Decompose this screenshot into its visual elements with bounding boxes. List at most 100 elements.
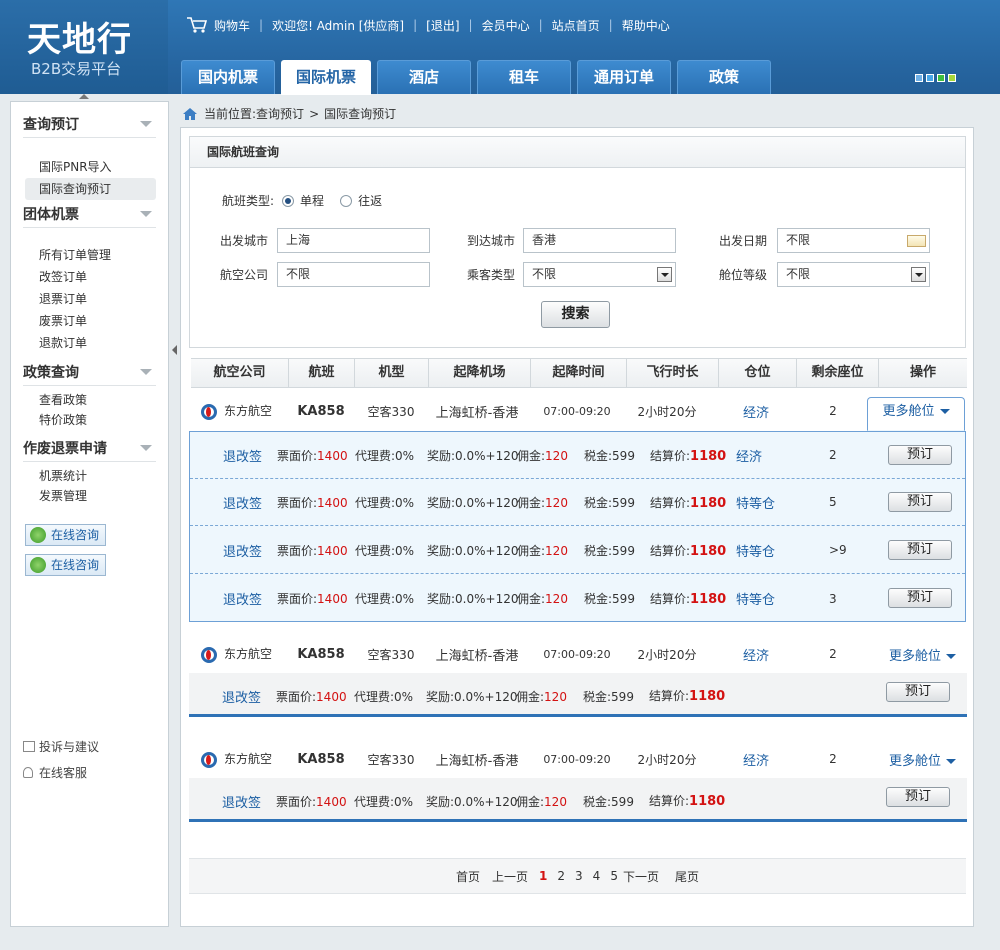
sidebar-item-void-orders[interactable]: 废票订单 xyxy=(39,310,168,332)
departure-date-input[interactable]: 不限 xyxy=(777,228,930,253)
sidebar-section-void-refund[interactable]: 作废退票申请 xyxy=(23,438,156,462)
change-rules-link[interactable]: 退改签 xyxy=(223,541,262,560)
to-city-input[interactable]: 香港 xyxy=(523,228,676,253)
book-button[interactable]: 预订 xyxy=(888,445,952,465)
oneway-radio[interactable] xyxy=(282,194,295,207)
online-consult-button[interactable]: 在线咨询 xyxy=(25,524,106,546)
logo[interactable]: 天地行 B2B交易平台 xyxy=(0,0,168,94)
more-cabins-button[interactable]: 更多舱位 xyxy=(889,645,957,664)
sidebar-section-policy[interactable]: 政策查询 xyxy=(23,362,156,386)
airline-cell: 东方航空 xyxy=(201,750,272,768)
feedback-link[interactable]: 投诉与建议 xyxy=(23,734,99,760)
more-cabins-button[interactable]: 更多舱位 xyxy=(889,750,957,769)
sidebar-item-change-orders[interactable]: 改签订单 xyxy=(39,266,168,288)
change-rules-link[interactable]: 退改签 xyxy=(223,589,262,608)
last-page-link[interactable]: 尾页 xyxy=(675,868,699,885)
tab-international-ticket[interactable]: 国际机票 xyxy=(281,60,371,95)
cart-icon[interactable] xyxy=(186,16,208,34)
logout-link[interactable]: [退出] xyxy=(426,17,459,34)
flight-row: 东方航空 KA858 空客330 上海虹桥-香港 07:00-09:20 2小时… xyxy=(191,739,967,779)
skin-1[interactable] xyxy=(915,74,923,82)
book-button[interactable]: 预订 xyxy=(888,492,952,512)
search-panel-title: 国际航班查询 xyxy=(190,137,965,168)
sidebar-item-intl-search[interactable]: 国际查询预订 xyxy=(25,178,156,200)
first-page-link[interactable]: 首页 xyxy=(456,868,480,885)
book-button[interactable]: 预订 xyxy=(888,540,952,560)
page-3[interactable]: 3 xyxy=(575,869,583,883)
next-page-link[interactable]: 下一页 xyxy=(623,868,659,885)
tab-policy[interactable]: 政策 xyxy=(677,60,771,94)
col-action: 操作 xyxy=(909,365,936,380)
col-airline: 航空公司 xyxy=(191,359,289,387)
sidebar-item-all-orders[interactable]: 所有订单管理 xyxy=(39,244,168,266)
prev-page-link[interactable]: 上一页 xyxy=(492,868,528,885)
site-home-link[interactable]: 站点首页 xyxy=(552,17,600,34)
customer-service-link[interactable]: 在线客服 xyxy=(23,760,99,786)
change-rules-link[interactable]: 退改签 xyxy=(222,792,261,811)
collapse-up-icon[interactable] xyxy=(79,94,89,99)
breadcrumb: 当前位置: 查询预订 > 国际查询预订 xyxy=(182,105,396,123)
skin-2[interactable] xyxy=(926,74,934,82)
change-rules-link[interactable]: 退改签 xyxy=(222,687,261,706)
page-4[interactable]: 4 xyxy=(593,869,601,883)
caret-down-icon xyxy=(946,653,957,659)
tab-hotel[interactable]: 酒店 xyxy=(377,60,471,94)
cart-link[interactable]: 购物车 xyxy=(214,17,250,34)
tab-general-order[interactable]: 通用订单 xyxy=(577,60,671,94)
sidebar-item-invoice[interactable]: 发票管理 xyxy=(39,486,168,506)
chevron-down-icon xyxy=(140,369,152,375)
consult-icon xyxy=(30,527,46,543)
cabin-class-select[interactable]: 不限 xyxy=(777,262,930,287)
main-tabs: 国内机票 国际机票 酒店 租车 通用订单 政策 xyxy=(181,60,777,95)
logo-title: 天地行 xyxy=(27,20,132,60)
home-icon[interactable] xyxy=(182,107,198,121)
envelope-icon xyxy=(23,741,35,752)
airline-input[interactable]: 不限 xyxy=(277,262,430,287)
china-eastern-logo-icon xyxy=(201,751,217,768)
breadcrumb-level1[interactable]: 查询预订 xyxy=(256,105,304,123)
roundtrip-radio[interactable] xyxy=(340,194,353,207)
page-2[interactable]: 2 xyxy=(557,869,565,883)
logo-subtitle: B2B交易平台 xyxy=(31,60,122,78)
breadcrumb-level2: 国际查询预订 xyxy=(324,107,397,121)
change-rules-link[interactable]: 退改签 xyxy=(223,446,262,465)
online-consult-button-2[interactable]: 在线咨询 xyxy=(25,554,106,576)
sidebar-section-booking[interactable]: 查询预订 xyxy=(23,114,156,138)
book-button[interactable]: 预订 xyxy=(886,787,950,807)
dropdown-arrow-icon[interactable] xyxy=(657,267,672,282)
sidebar-item-ticket-stats[interactable]: 机票统计 xyxy=(39,466,168,486)
col-plane: 机型 xyxy=(355,359,429,387)
passenger-type-select[interactable]: 不限 xyxy=(523,262,676,287)
sidebar-item-money-refund[interactable]: 退款订单 xyxy=(39,332,168,354)
page-1[interactable]: 1 xyxy=(539,869,547,883)
skin-3[interactable] xyxy=(937,74,945,82)
calendar-icon[interactable] xyxy=(907,235,926,247)
sidebar-item-pnr-import[interactable]: 国际PNR导入 xyxy=(39,156,168,178)
book-button[interactable]: 预订 xyxy=(888,588,952,608)
consult-icon xyxy=(30,557,46,573)
sidebar-item-view-policy[interactable]: 查看政策 xyxy=(39,390,168,410)
search-button[interactable]: 搜索 xyxy=(541,301,610,328)
sidebar-item-refund-orders[interactable]: 退票订单 xyxy=(39,288,168,310)
dropdown-arrow-icon[interactable] xyxy=(911,267,926,282)
tab-domestic-ticket[interactable]: 国内机票 xyxy=(181,60,275,94)
sidebar-item-special-policy[interactable]: 特价政策 xyxy=(39,410,168,430)
page-5[interactable]: 5 xyxy=(610,869,618,883)
more-cabins-button[interactable]: 更多舱位 xyxy=(867,397,965,431)
main-panel: 国际航班查询 航班类型: 单程 往返 出发城市 上海 到达城市 香港 出发日期 … xyxy=(180,127,974,927)
chevron-down-icon xyxy=(140,445,152,451)
change-rules-link[interactable]: 退改签 xyxy=(223,493,262,512)
chevron-down-icon xyxy=(140,121,152,127)
member-center-link[interactable]: 会员中心 xyxy=(482,17,530,34)
airline-cell: 东方航空 xyxy=(201,402,272,420)
col-duration: 飞行时长 xyxy=(627,359,719,387)
sidebar-section-group[interactable]: 团体机票 xyxy=(23,204,156,228)
from-city-input[interactable]: 上海 xyxy=(277,228,430,253)
book-button[interactable]: 预订 xyxy=(886,682,950,702)
tab-car-rental[interactable]: 租车 xyxy=(477,60,571,94)
collapse-left-icon[interactable] xyxy=(172,345,177,355)
skin-4[interactable] xyxy=(948,74,956,82)
col-cabin: 仓位 xyxy=(719,359,797,387)
cabin-row: 退改签 票面价:1400 代理费:0% 奖励:0.0%+120 佣金:120 税… xyxy=(190,432,965,479)
help-center-link[interactable]: 帮助中心 xyxy=(622,17,670,34)
